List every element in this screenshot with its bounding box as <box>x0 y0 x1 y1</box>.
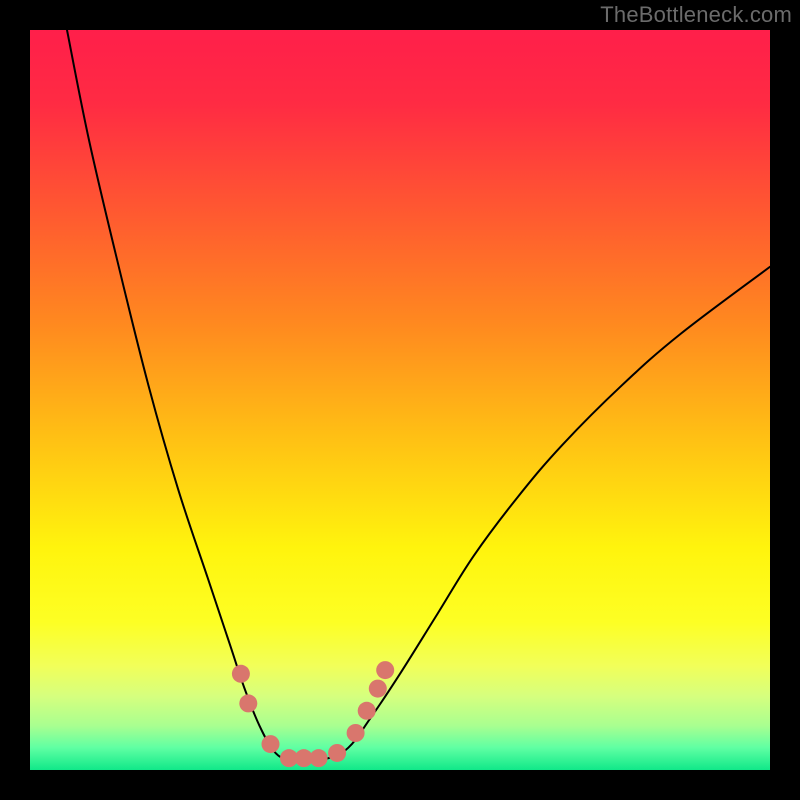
plot-background <box>30 30 770 770</box>
highlight-dot <box>369 680 387 698</box>
highlight-dot <box>232 665 250 683</box>
highlight-dot <box>328 744 346 762</box>
highlight-dot <box>376 661 394 679</box>
bottleneck-chart <box>30 30 770 770</box>
frame: TheBottleneck.com <box>0 0 800 800</box>
highlight-dot <box>262 735 280 753</box>
highlight-dot <box>239 694 257 712</box>
watermark-text: TheBottleneck.com <box>600 2 792 28</box>
highlight-dot <box>358 702 376 720</box>
highlight-dot <box>310 749 328 767</box>
highlight-dot <box>347 724 365 742</box>
